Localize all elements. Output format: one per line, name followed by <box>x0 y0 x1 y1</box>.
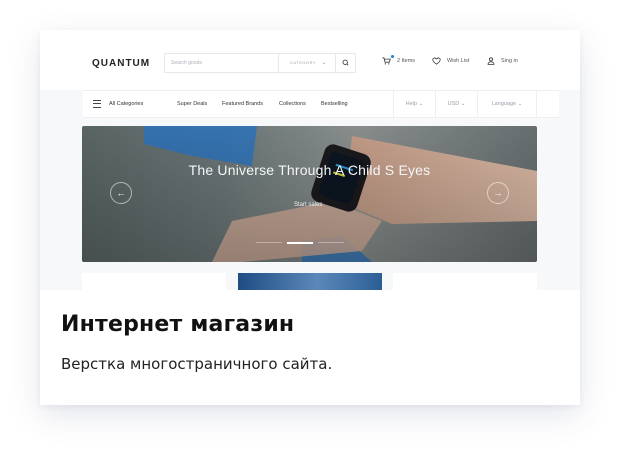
help-dropdown[interactable]: Help ⌄ <box>393 91 435 117</box>
language-dropdown[interactable]: Language ⌄ <box>477 91 537 117</box>
chevron-down-icon: ⌄ <box>517 101 523 107</box>
nav-link[interactable]: Collections <box>279 91 306 117</box>
hero-button[interactable]: Start sales <box>294 202 322 208</box>
nav-link[interactable]: Super Deals <box>177 91 207 117</box>
slide-dot-active[interactable] <box>287 241 313 244</box>
chevron-down-icon: ⌄ <box>460 101 466 107</box>
slide-dot[interactable] <box>256 242 282 243</box>
all-categories-label: All Categories <box>109 101 144 107</box>
cart-count: 2 Items <box>397 58 416 64</box>
arrow-left-icon: ← <box>116 188 126 198</box>
hero-title: The Universe Through A Child S Eyes <box>188 162 431 178</box>
slide-indicators <box>256 241 349 244</box>
slide-dot[interactable] <box>318 242 344 243</box>
help-label: Help <box>405 101 418 107</box>
project-description: Верстка многостраничного сайта. <box>61 355 333 373</box>
search-icon <box>342 59 349 66</box>
wishlist-label: Wish List <box>447 58 470 64</box>
category-label: CATEGORY <box>290 60 317 65</box>
portfolio-card[interactable]: QUANTUM CATEGORY ⌄ <box>40 30 580 405</box>
next-slide-button[interactable]: → <box>487 182 509 204</box>
wishlist-button[interactable]: Wish List <box>432 57 469 65</box>
hero-slider: The Universe Through A Child S Eyes Star… <box>82 126 537 262</box>
search-input[interactable] <box>171 54 275 72</box>
cart-badge <box>391 55 394 58</box>
product-tile[interactable] <box>238 273 382 290</box>
project-title: Интернет магазин <box>61 312 295 337</box>
site-screenshot: QUANTUM CATEGORY ⌄ <box>40 30 580 290</box>
cart-button[interactable]: 2 Items <box>382 57 415 65</box>
search-button[interactable] <box>335 54 355 72</box>
site-nav: All Categories Super Deals Featured Bran… <box>83 90 559 118</box>
arrow-right-icon: → <box>493 188 503 198</box>
search-bar: CATEGORY ⌄ <box>164 53 356 73</box>
menu-icon <box>93 100 101 108</box>
product-tile[interactable] <box>393 273 537 290</box>
heart-icon <box>432 57 441 65</box>
currency-label: USD <box>447 101 460 107</box>
product-tile[interactable] <box>82 273 226 290</box>
language-label: Language <box>491 101 517 107</box>
signin-label: Sing in <box>501 58 518 64</box>
prev-slide-button[interactable]: ← <box>110 182 132 204</box>
user-icon <box>487 57 495 65</box>
chevron-down-icon: ⌄ <box>321 60 327 66</box>
nav-link[interactable]: Featured Brands <box>222 91 263 117</box>
cart-icon <box>382 57 391 65</box>
category-select[interactable]: CATEGORY ⌄ <box>278 54 334 72</box>
signin-button[interactable]: Sing in <box>487 57 518 65</box>
currency-dropdown[interactable]: USD ⌄ <box>435 91 477 117</box>
all-categories-button[interactable]: All Categories <box>93 91 143 117</box>
chevron-down-icon: ⌄ <box>418 101 424 107</box>
site-header: QUANTUM CATEGORY ⌄ <box>40 30 580 90</box>
nav-link[interactable]: Bestselling <box>321 91 348 117</box>
site-logo[interactable]: QUANTUM <box>92 58 150 69</box>
